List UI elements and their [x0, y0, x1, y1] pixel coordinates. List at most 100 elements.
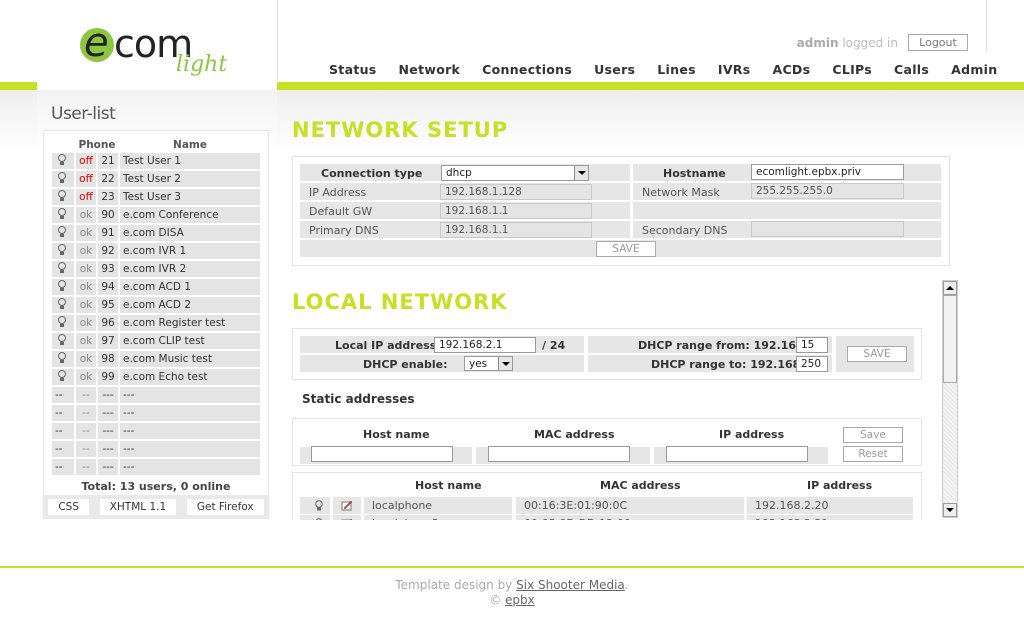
network-mask-label: Network Mask — [642, 186, 720, 199]
credits-prefix: Template design by — [395, 578, 513, 592]
user-row[interactable]: ok 93 e.com IVR 2 — [52, 261, 260, 277]
user-status-icon-cell — [52, 279, 74, 295]
secondary-dns-label: Secondary DNS — [642, 224, 728, 237]
dhcp-to-input[interactable]: 250 — [796, 356, 828, 372]
lightbulb-icon — [58, 298, 66, 309]
chevron-down-icon — [498, 357, 512, 370]
static-host-input[interactable] — [311, 446, 453, 462]
static-row-ip: 192.168.2.21 — [747, 515, 913, 520]
local-save-button[interactable]: SAVE — [847, 346, 907, 362]
edit-icon[interactable] — [341, 518, 353, 520]
user-row[interactable]: -- -- --- --- — [52, 441, 260, 457]
static-row-host: localphone2 — [364, 515, 512, 520]
ip-address-field: 192.168.1.128 — [440, 184, 592, 200]
user-phone: --- — [98, 405, 118, 421]
credits-dot: . — [624, 578, 629, 592]
user-status-icon-cell: -- — [52, 459, 74, 475]
css-badge[interactable]: CSS — [48, 499, 90, 515]
tab-admin[interactable]: Admin — [940, 62, 1008, 80]
tab-connections[interactable]: Connections — [471, 62, 583, 80]
epbx-link[interactable]: epbx — [505, 593, 535, 607]
scroll-up-icon[interactable] — [943, 281, 957, 295]
user-row[interactable]: off 22 Test User 2 — [52, 171, 260, 187]
lightbulb-icon — [58, 190, 66, 201]
local-ip-label: Local IP address: — [335, 339, 441, 352]
static-row-host-text: localphone2 — [372, 517, 439, 520]
scroll-down-icon[interactable] — [943, 503, 957, 517]
primary-dns-label: Primary DNS — [309, 224, 379, 237]
sidebar: User-list Phone Name off 21 Test User 1 off… — [37, 90, 277, 530]
tab-calls[interactable]: Calls — [883, 62, 940, 80]
scroll-thumb[interactable] — [943, 295, 957, 383]
user-state: ok — [76, 261, 96, 277]
dhcp-from-input[interactable]: 15 — [796, 337, 828, 353]
logged-in-user: admin — [796, 35, 839, 50]
footer-credits: Template design by Six Shooter Media. © … — [0, 578, 1024, 608]
local-network-scrollbar[interactable] — [942, 280, 958, 518]
six-shooter-media-link[interactable]: Six Shooter Media — [516, 578, 625, 592]
user-row[interactable]: -- -- --- --- — [52, 423, 260, 439]
tab-ivrs[interactable]: IVRs — [707, 62, 762, 80]
user-phone: 92 — [98, 243, 118, 259]
user-state: ok — [76, 315, 96, 331]
user-name: --- — [120, 405, 260, 421]
xhtml-badge[interactable]: XHTML 1.1 — [99, 499, 177, 515]
user-row[interactable]: -- -- --- --- — [52, 387, 260, 403]
logout-button[interactable]: Logout — [908, 34, 968, 51]
user-phone: 98 — [98, 351, 118, 367]
user-name: Test User 1 — [120, 153, 260, 169]
static-address-list: Host name MAC address IP address localph… — [292, 472, 922, 520]
user-phone: 93 — [98, 261, 118, 277]
tab-lines[interactable]: Lines — [646, 62, 707, 80]
user-phone: --- — [98, 423, 118, 439]
tab-clips[interactable]: CLIPs — [821, 62, 883, 80]
lightbulb-icon — [315, 500, 323, 511]
primary-dns-field: 192.168.1.1 — [440, 222, 592, 238]
static-row-ip-text: 192.168.2.21 — [755, 517, 828, 520]
user-name: --- — [120, 459, 260, 475]
tab-users[interactable]: Users — [583, 62, 646, 80]
user-row[interactable]: -- -- --- --- — [52, 459, 260, 475]
dhcp-enable-select[interactable]: yes — [464, 356, 513, 371]
local-ip-input[interactable]: 192.168.2.1 — [434, 337, 536, 353]
user-row[interactable]: off 23 Test User 3 — [52, 189, 260, 205]
tab-network[interactable]: Network — [387, 62, 472, 90]
static-ip-input[interactable] — [666, 446, 808, 462]
connection-type-select[interactable]: dhcp — [441, 165, 589, 181]
user-row[interactable]: ok 96 e.com Register test — [52, 315, 260, 331]
logged-in-text: logged in — [842, 35, 898, 50]
user-row[interactable]: ok 95 e.com ACD 2 — [52, 297, 260, 313]
user-name: e.com Echo test — [120, 369, 260, 385]
local-mask-suffix: / 24 — [542, 339, 566, 352]
user-row[interactable]: ok 92 e.com IVR 1 — [52, 243, 260, 259]
user-row[interactable]: ok 98 e.com Music test — [52, 351, 260, 367]
lightbulb-icon — [58, 280, 66, 291]
static-save-button[interactable]: Save — [843, 427, 903, 443]
lightbulb-icon — [58, 172, 66, 183]
user-row[interactable]: -- -- --- --- — [52, 405, 260, 421]
firefox-badge[interactable]: Get Firefox — [186, 499, 264, 515]
user-row[interactable]: ok 99 e.com Echo test — [52, 369, 260, 385]
edit-icon[interactable] — [341, 500, 353, 511]
static-reset-button[interactable]: Reset — [843, 446, 903, 462]
static-mac-header: MAC address — [534, 428, 615, 441]
local-network-scroll-area[interactable]: Local IP address: 192.168.2.1 / 24 DHCP … — [292, 320, 940, 520]
user-row[interactable]: ok 91 e.com DISA — [52, 225, 260, 241]
user-row[interactable]: off 21 Test User 1 — [52, 153, 260, 169]
user-row[interactable]: ok 97 e.com CLIP test — [52, 333, 260, 349]
user-state: ok — [76, 297, 96, 313]
user-state: -- — [76, 423, 96, 439]
network-save-button[interactable]: SAVE — [596, 241, 656, 257]
user-phone: 97 — [98, 333, 118, 349]
user-row[interactable]: ok 90 e.com Conference — [52, 207, 260, 223]
hostname-label: Hostname — [663, 167, 726, 180]
user-name: --- — [120, 387, 260, 403]
tab-acds[interactable]: ACDs — [761, 62, 821, 80]
hostname-input[interactable]: ecomlight.epbx.priv — [751, 164, 904, 180]
dhcp-enable-value: yes — [469, 358, 488, 370]
tab-status[interactable]: Status — [318, 62, 388, 80]
logo-e: e — [84, 20, 109, 66]
user-row[interactable]: ok 94 e.com ACD 1 — [52, 279, 260, 295]
static-mac-input[interactable] — [488, 446, 630, 462]
user-status-icon-cell — [52, 315, 74, 331]
